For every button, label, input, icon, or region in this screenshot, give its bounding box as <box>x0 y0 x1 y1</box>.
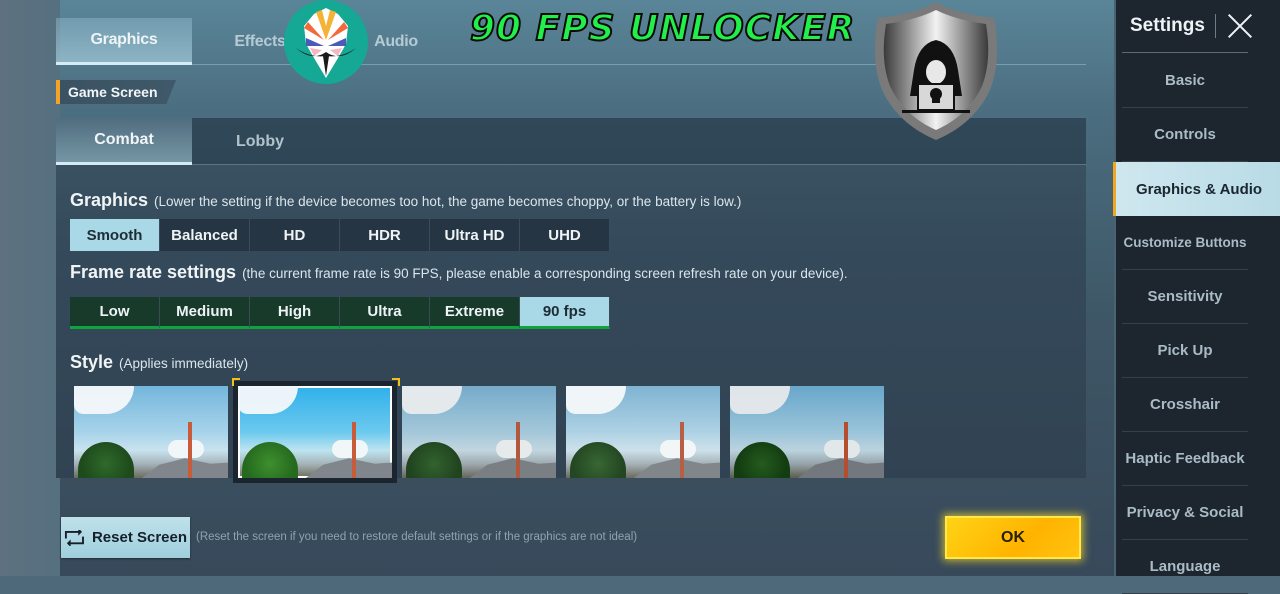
background-edge <box>0 0 60 576</box>
section-label-game-screen: Game Screen <box>56 80 176 104</box>
graphics-quality-selector: Smooth Balanced HD HDR Ultra HD UHD <box>70 219 610 251</box>
frame-rate-row-title: Frame rate settings (the current frame ra… <box>70 262 848 283</box>
style-thumbnail[interactable] <box>566 386 720 478</box>
reset-screen-hint: (Reset the screen if you need to restore… <box>196 531 638 543</box>
graphics-hint: (Lower the setting if the device becomes… <box>154 194 742 209</box>
selection-corner-icon <box>392 378 400 386</box>
ok-button[interactable]: OK <box>945 516 1081 559</box>
reset-icon <box>64 529 84 546</box>
graphics-option-smooth[interactable]: Smooth <box>70 219 160 251</box>
frame-rate-option-low[interactable]: Low <box>70 297 160 329</box>
sidebar-item-crosshair[interactable]: Crosshair <box>1122 378 1248 432</box>
hacker-shield-logo-icon <box>866 0 1006 142</box>
style-thumbnail[interactable] <box>730 386 884 478</box>
sidebar-item-haptic-feedback[interactable]: Haptic Feedback <box>1122 432 1248 486</box>
graphics-option-hdr[interactable]: HDR <box>340 219 430 251</box>
frame-rate-option-medium[interactable]: Medium <box>160 297 250 329</box>
style-thumbnails <box>74 386 884 478</box>
sidebar-item-customize-buttons[interactable]: Customize Buttons <box>1122 216 1248 270</box>
graphics-option-balanced[interactable]: Balanced <box>160 219 250 251</box>
graphics-title: Graphics <box>70 190 149 210</box>
header-divider <box>1214 14 1216 38</box>
style-thumbnail[interactable] <box>402 386 556 478</box>
sidebar-header: Settings <box>1122 0 1248 53</box>
sidebar-item-sensitivity[interactable]: Sensitivity <box>1122 270 1248 324</box>
reset-screen-label: Reset Screen <box>91 529 188 546</box>
style-thumbnail-selected[interactable] <box>238 386 392 478</box>
close-icon[interactable] <box>1226 12 1248 40</box>
frame-rate-option-extreme[interactable]: Extreme <box>430 297 520 329</box>
tab-combat[interactable]: Combat <box>56 118 192 165</box>
sidebar-item-language[interactable]: Language <box>1122 540 1248 594</box>
frame-rate-option-90fps[interactable]: 90 fps <box>520 297 610 329</box>
tab-lobby[interactable]: Lobby <box>192 118 328 165</box>
style-hint: (Applies immediately) <box>119 356 249 371</box>
sidebar-item-controls[interactable]: Controls <box>1122 108 1248 162</box>
frame-rate-hint: (the current frame rate is 90 FPS, pleas… <box>242 266 848 281</box>
style-thumbnail[interactable] <box>74 386 228 478</box>
frame-rate-selector: Low Medium High Ultra Extreme 90 fps <box>70 297 610 329</box>
reset-screen-button[interactable]: Reset Screen <box>61 517 190 558</box>
magisk-logo-icon <box>284 0 368 84</box>
sidebar-item-privacy-social[interactable]: Privacy & Social <box>1122 486 1248 540</box>
graphics-option-ultra-hd[interactable]: Ultra HD <box>430 219 520 251</box>
frame-rate-title: Frame rate settings <box>70 262 237 282</box>
frame-rate-option-ultra[interactable]: Ultra <box>340 297 430 329</box>
sidebar-title: Settings <box>1130 15 1205 36</box>
graphics-option-uhd[interactable]: UHD <box>520 219 610 251</box>
graphics-option-hd[interactable]: HD <box>250 219 340 251</box>
frame-rate-option-high[interactable]: High <box>250 297 340 329</box>
tab-graphics[interactable]: Graphics <box>56 18 192 65</box>
settings-panel: Combat Lobby Graphics (Lower the setting … <box>56 118 1086 478</box>
fps-unlocker-banner: 90 FPS UNLOCKER <box>469 7 856 50</box>
settings-sidebar: Settings Basic Controls Graphics & Audio… <box>1113 0 1280 594</box>
sidebar-item-graphics-audio[interactable]: Graphics & Audio <box>1113 162 1280 216</box>
graphics-row-title: Graphics (Lower the setting if the device… <box>70 190 741 211</box>
selection-corner-icon <box>232 378 240 386</box>
sidebar-item-basic[interactable]: Basic <box>1122 54 1248 108</box>
sidebar-item-pick-up[interactable]: Pick Up <box>1122 324 1248 378</box>
style-title: Style <box>70 352 114 372</box>
style-row-title: Style (Applies immediately) <box>70 352 248 373</box>
